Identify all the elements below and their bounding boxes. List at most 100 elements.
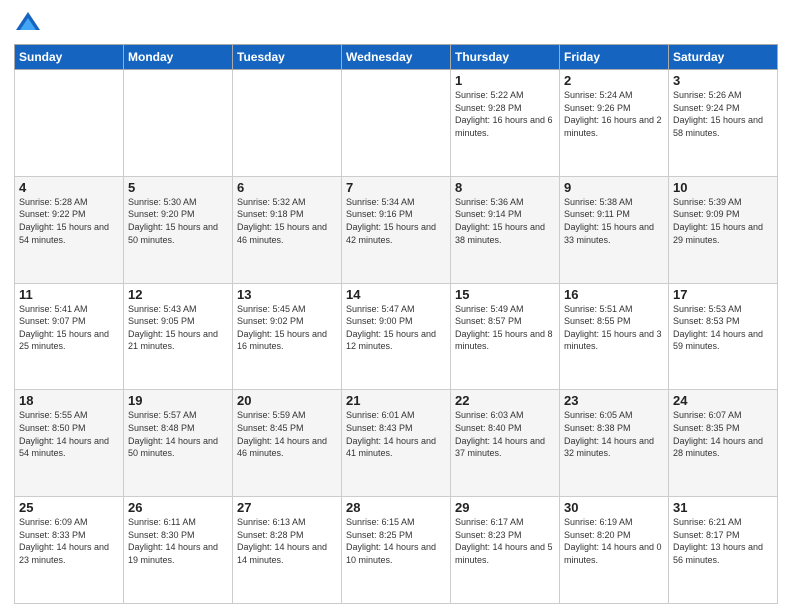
calendar-cell: 6Sunrise: 5:32 AM Sunset: 9:18 PM Daylig… bbox=[233, 176, 342, 283]
day-info: Sunrise: 5:36 AM Sunset: 9:14 PM Dayligh… bbox=[455, 196, 555, 246]
day-info: Sunrise: 6:19 AM Sunset: 8:20 PM Dayligh… bbox=[564, 516, 664, 566]
day-info: Sunrise: 5:43 AM Sunset: 9:05 PM Dayligh… bbox=[128, 303, 228, 353]
day-info: Sunrise: 6:13 AM Sunset: 8:28 PM Dayligh… bbox=[237, 516, 337, 566]
calendar-cell: 19Sunrise: 5:57 AM Sunset: 8:48 PM Dayli… bbox=[124, 390, 233, 497]
calendar-cell: 8Sunrise: 5:36 AM Sunset: 9:14 PM Daylig… bbox=[451, 176, 560, 283]
day-number: 4 bbox=[19, 180, 119, 195]
day-info: Sunrise: 5:45 AM Sunset: 9:02 PM Dayligh… bbox=[237, 303, 337, 353]
day-number: 25 bbox=[19, 500, 119, 515]
calendar-cell: 27Sunrise: 6:13 AM Sunset: 8:28 PM Dayli… bbox=[233, 497, 342, 604]
calendar-cell: 21Sunrise: 6:01 AM Sunset: 8:43 PM Dayli… bbox=[342, 390, 451, 497]
calendar-week-row: 1Sunrise: 5:22 AM Sunset: 9:28 PM Daylig… bbox=[15, 70, 778, 177]
calendar-day-header: Friday bbox=[560, 45, 669, 70]
day-info: Sunrise: 6:21 AM Sunset: 8:17 PM Dayligh… bbox=[673, 516, 773, 566]
calendar-cell: 18Sunrise: 5:55 AM Sunset: 8:50 PM Dayli… bbox=[15, 390, 124, 497]
day-number: 15 bbox=[455, 287, 555, 302]
day-number: 30 bbox=[564, 500, 664, 515]
day-info: Sunrise: 5:47 AM Sunset: 9:00 PM Dayligh… bbox=[346, 303, 446, 353]
day-number: 28 bbox=[346, 500, 446, 515]
calendar-week-row: 18Sunrise: 5:55 AM Sunset: 8:50 PM Dayli… bbox=[15, 390, 778, 497]
calendar: SundayMondayTuesdayWednesdayThursdayFrid… bbox=[14, 44, 778, 604]
day-info: Sunrise: 5:22 AM Sunset: 9:28 PM Dayligh… bbox=[455, 89, 555, 139]
calendar-day-header: Wednesday bbox=[342, 45, 451, 70]
calendar-cell bbox=[15, 70, 124, 177]
calendar-cell: 24Sunrise: 6:07 AM Sunset: 8:35 PM Dayli… bbox=[669, 390, 778, 497]
calendar-cell: 3Sunrise: 5:26 AM Sunset: 9:24 PM Daylig… bbox=[669, 70, 778, 177]
calendar-cell: 22Sunrise: 6:03 AM Sunset: 8:40 PM Dayli… bbox=[451, 390, 560, 497]
day-info: Sunrise: 5:57 AM Sunset: 8:48 PM Dayligh… bbox=[128, 409, 228, 459]
day-number: 16 bbox=[564, 287, 664, 302]
calendar-cell: 7Sunrise: 5:34 AM Sunset: 9:16 PM Daylig… bbox=[342, 176, 451, 283]
day-number: 14 bbox=[346, 287, 446, 302]
day-info: Sunrise: 5:53 AM Sunset: 8:53 PM Dayligh… bbox=[673, 303, 773, 353]
day-info: Sunrise: 6:11 AM Sunset: 8:30 PM Dayligh… bbox=[128, 516, 228, 566]
day-number: 2 bbox=[564, 73, 664, 88]
calendar-cell: 11Sunrise: 5:41 AM Sunset: 9:07 PM Dayli… bbox=[15, 283, 124, 390]
day-number: 27 bbox=[237, 500, 337, 515]
day-number: 8 bbox=[455, 180, 555, 195]
day-number: 6 bbox=[237, 180, 337, 195]
calendar-day-header: Saturday bbox=[669, 45, 778, 70]
day-number: 9 bbox=[564, 180, 664, 195]
day-info: Sunrise: 5:28 AM Sunset: 9:22 PM Dayligh… bbox=[19, 196, 119, 246]
calendar-week-row: 25Sunrise: 6:09 AM Sunset: 8:33 PM Dayli… bbox=[15, 497, 778, 604]
day-info: Sunrise: 5:32 AM Sunset: 9:18 PM Dayligh… bbox=[237, 196, 337, 246]
day-info: Sunrise: 5:30 AM Sunset: 9:20 PM Dayligh… bbox=[128, 196, 228, 246]
day-info: Sunrise: 5:26 AM Sunset: 9:24 PM Dayligh… bbox=[673, 89, 773, 139]
calendar-day-header: Tuesday bbox=[233, 45, 342, 70]
day-info: Sunrise: 5:41 AM Sunset: 9:07 PM Dayligh… bbox=[19, 303, 119, 353]
day-number: 17 bbox=[673, 287, 773, 302]
calendar-cell: 26Sunrise: 6:11 AM Sunset: 8:30 PM Dayli… bbox=[124, 497, 233, 604]
day-number: 13 bbox=[237, 287, 337, 302]
calendar-cell: 5Sunrise: 5:30 AM Sunset: 9:20 PM Daylig… bbox=[124, 176, 233, 283]
calendar-cell: 14Sunrise: 5:47 AM Sunset: 9:00 PM Dayli… bbox=[342, 283, 451, 390]
calendar-cell: 2Sunrise: 5:24 AM Sunset: 9:26 PM Daylig… bbox=[560, 70, 669, 177]
day-number: 7 bbox=[346, 180, 446, 195]
day-info: Sunrise: 6:17 AM Sunset: 8:23 PM Dayligh… bbox=[455, 516, 555, 566]
day-info: Sunrise: 5:24 AM Sunset: 9:26 PM Dayligh… bbox=[564, 89, 664, 139]
day-number: 23 bbox=[564, 393, 664, 408]
calendar-cell: 23Sunrise: 6:05 AM Sunset: 8:38 PM Dayli… bbox=[560, 390, 669, 497]
day-info: Sunrise: 5:59 AM Sunset: 8:45 PM Dayligh… bbox=[237, 409, 337, 459]
day-number: 26 bbox=[128, 500, 228, 515]
calendar-day-header: Sunday bbox=[15, 45, 124, 70]
day-number: 11 bbox=[19, 287, 119, 302]
day-info: Sunrise: 5:39 AM Sunset: 9:09 PM Dayligh… bbox=[673, 196, 773, 246]
logo-icon bbox=[14, 10, 42, 38]
calendar-day-header: Thursday bbox=[451, 45, 560, 70]
day-number: 24 bbox=[673, 393, 773, 408]
day-info: Sunrise: 6:09 AM Sunset: 8:33 PM Dayligh… bbox=[19, 516, 119, 566]
calendar-cell: 9Sunrise: 5:38 AM Sunset: 9:11 PM Daylig… bbox=[560, 176, 669, 283]
day-number: 12 bbox=[128, 287, 228, 302]
day-number: 3 bbox=[673, 73, 773, 88]
calendar-cell: 4Sunrise: 5:28 AM Sunset: 9:22 PM Daylig… bbox=[15, 176, 124, 283]
calendar-week-row: 11Sunrise: 5:41 AM Sunset: 9:07 PM Dayli… bbox=[15, 283, 778, 390]
day-info: Sunrise: 5:51 AM Sunset: 8:55 PM Dayligh… bbox=[564, 303, 664, 353]
day-info: Sunrise: 6:07 AM Sunset: 8:35 PM Dayligh… bbox=[673, 409, 773, 459]
day-info: Sunrise: 6:03 AM Sunset: 8:40 PM Dayligh… bbox=[455, 409, 555, 459]
day-number: 10 bbox=[673, 180, 773, 195]
calendar-cell: 12Sunrise: 5:43 AM Sunset: 9:05 PM Dayli… bbox=[124, 283, 233, 390]
calendar-header-row: SundayMondayTuesdayWednesdayThursdayFrid… bbox=[15, 45, 778, 70]
calendar-cell: 20Sunrise: 5:59 AM Sunset: 8:45 PM Dayli… bbox=[233, 390, 342, 497]
day-info: Sunrise: 5:49 AM Sunset: 8:57 PM Dayligh… bbox=[455, 303, 555, 353]
day-number: 29 bbox=[455, 500, 555, 515]
calendar-cell: 31Sunrise: 6:21 AM Sunset: 8:17 PM Dayli… bbox=[669, 497, 778, 604]
day-number: 5 bbox=[128, 180, 228, 195]
calendar-cell: 10Sunrise: 5:39 AM Sunset: 9:09 PM Dayli… bbox=[669, 176, 778, 283]
calendar-cell: 28Sunrise: 6:15 AM Sunset: 8:25 PM Dayli… bbox=[342, 497, 451, 604]
calendar-cell: 16Sunrise: 5:51 AM Sunset: 8:55 PM Dayli… bbox=[560, 283, 669, 390]
day-info: Sunrise: 6:01 AM Sunset: 8:43 PM Dayligh… bbox=[346, 409, 446, 459]
day-number: 20 bbox=[237, 393, 337, 408]
logo bbox=[14, 10, 46, 38]
calendar-cell bbox=[124, 70, 233, 177]
day-info: Sunrise: 5:38 AM Sunset: 9:11 PM Dayligh… bbox=[564, 196, 664, 246]
day-info: Sunrise: 5:34 AM Sunset: 9:16 PM Dayligh… bbox=[346, 196, 446, 246]
calendar-day-header: Monday bbox=[124, 45, 233, 70]
header bbox=[14, 10, 778, 38]
day-info: Sunrise: 6:05 AM Sunset: 8:38 PM Dayligh… bbox=[564, 409, 664, 459]
day-number: 19 bbox=[128, 393, 228, 408]
calendar-cell bbox=[233, 70, 342, 177]
calendar-cell: 30Sunrise: 6:19 AM Sunset: 8:20 PM Dayli… bbox=[560, 497, 669, 604]
calendar-cell: 15Sunrise: 5:49 AM Sunset: 8:57 PM Dayli… bbox=[451, 283, 560, 390]
